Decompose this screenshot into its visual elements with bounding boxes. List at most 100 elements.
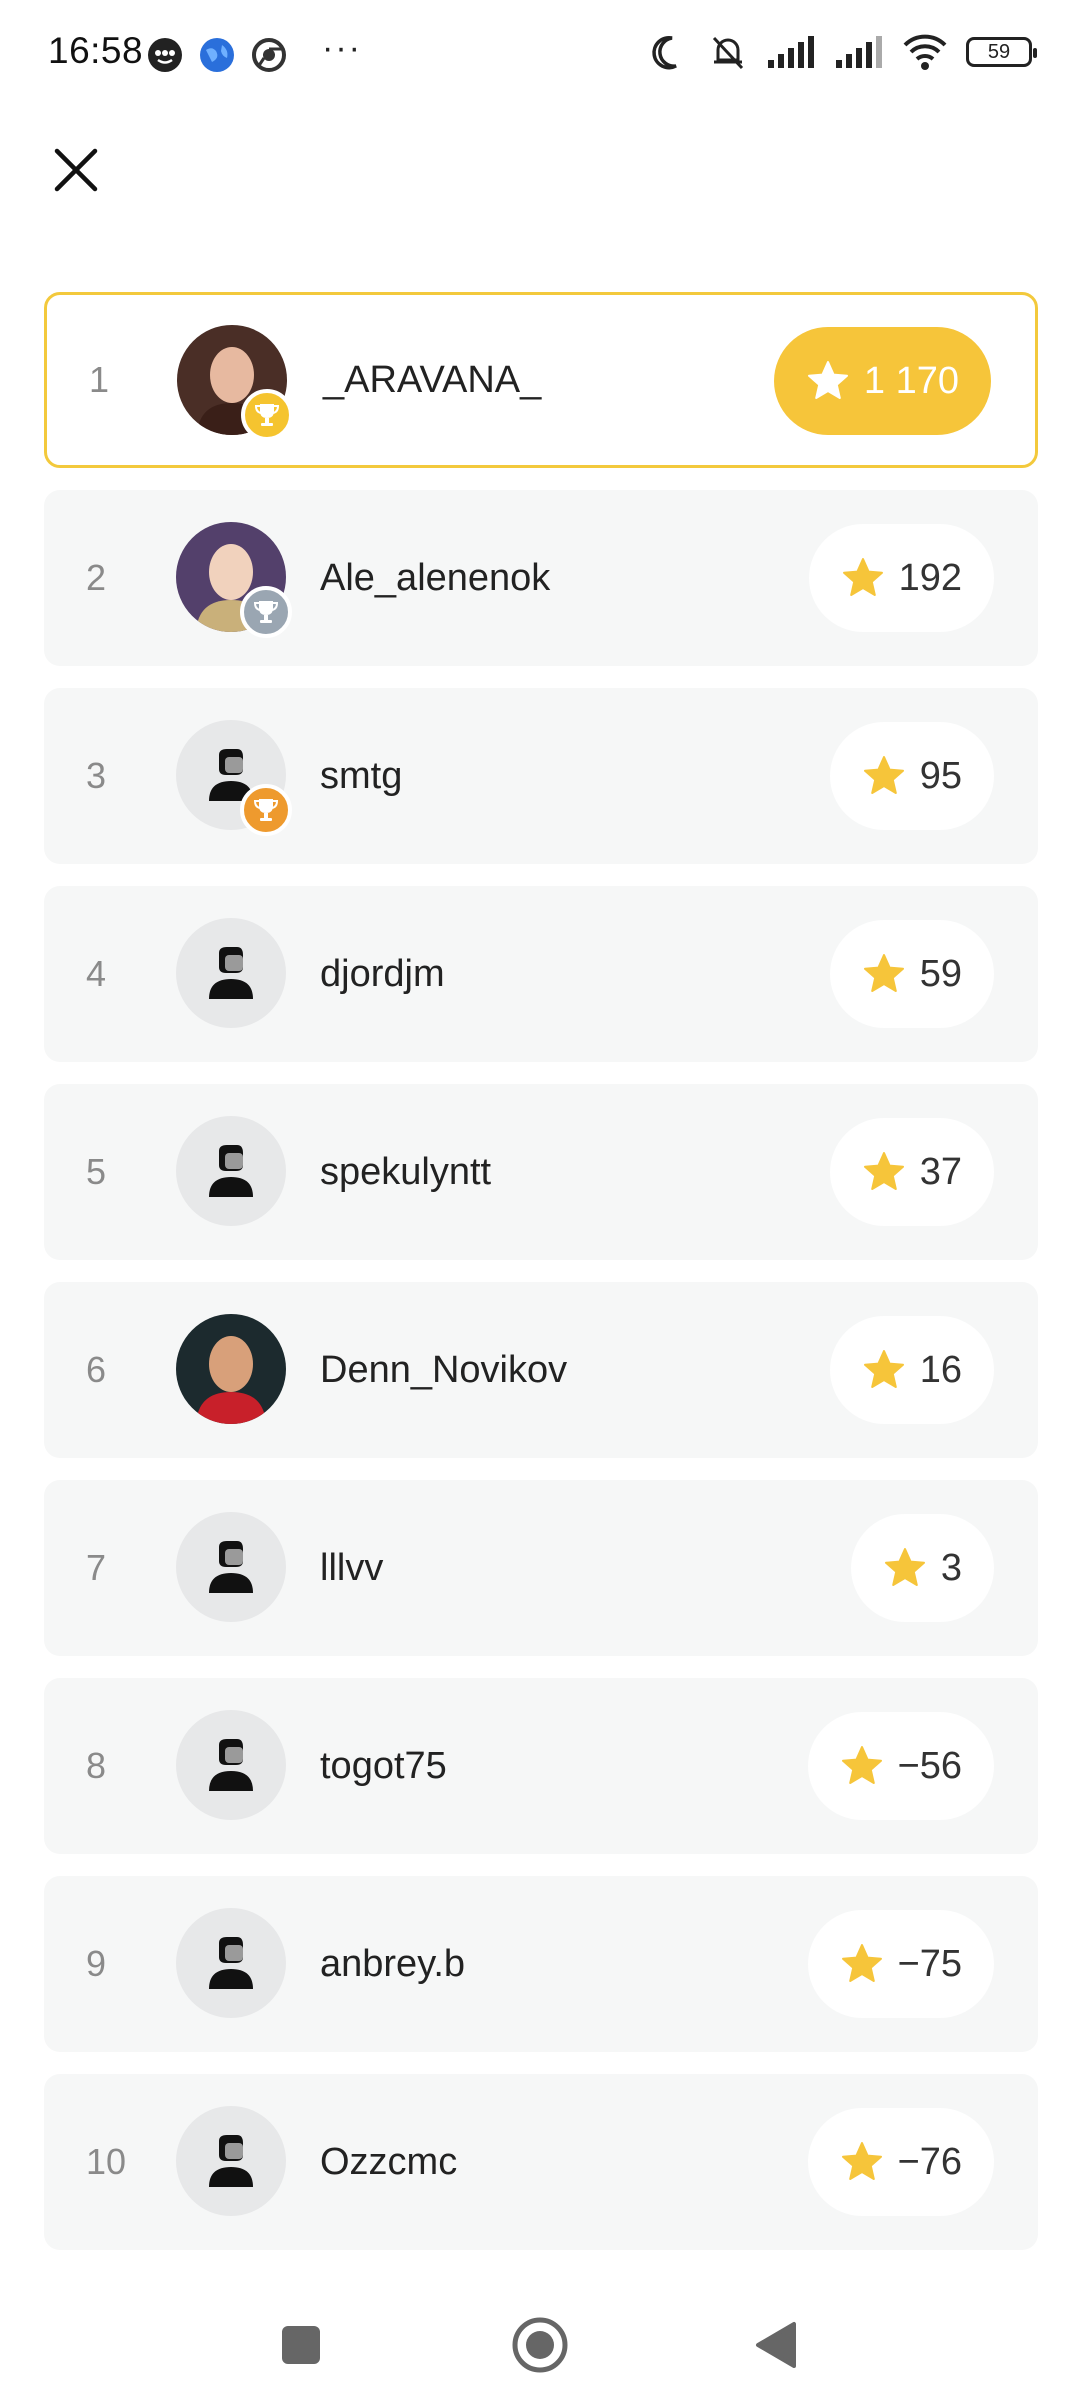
username: togot75 — [320, 1744, 447, 1787]
close-button[interactable] — [46, 140, 106, 200]
avatar-container — [176, 1710, 286, 1820]
leaderboard-row[interactable]: 4 djordjm 59 — [44, 886, 1038, 1062]
leaderboard-row[interactable]: 6 Denn_Novikov 16 — [44, 1282, 1038, 1458]
status-right-icons: 59 — [650, 32, 1037, 72]
star-icon — [863, 954, 904, 992]
leaderboard-list: 1 _ARAVANA_ 1 170 2 Ale_alenenok 192 3 smtg 95 4 d… — [44, 292, 1038, 2272]
score-pill: 95 — [829, 722, 994, 830]
avatar-container — [176, 2106, 286, 2216]
star-icon — [884, 1548, 925, 1586]
navigation-bar — [0, 2290, 1080, 2400]
score-value: 16 — [919, 1348, 962, 1391]
score-pill: 59 — [829, 920, 994, 1028]
score-value: −56 — [897, 1744, 962, 1787]
silver-medal-badge — [240, 586, 292, 638]
score-value: 95 — [919, 754, 962, 797]
leaderboard-row[interactable]: 2 Ale_alenenok 192 — [44, 490, 1038, 666]
avatar[interactable] — [176, 1710, 286, 1820]
avatar-container — [177, 325, 293, 441]
username: smtg — [320, 754, 403, 797]
trophy-icon — [253, 601, 279, 623]
wifi-icon — [903, 34, 947, 70]
trophy-icon — [254, 404, 280, 426]
avatar-container — [176, 720, 292, 836]
avatar[interactable] — [176, 918, 286, 1028]
battery-level: 59 — [987, 40, 1011, 63]
score-value: 1 170 — [863, 359, 959, 402]
score-pill: 192 — [808, 524, 994, 632]
username: _ARAVANA_ — [323, 358, 542, 401]
avatar-container — [176, 1116, 286, 1226]
chrome-icon — [252, 38, 286, 72]
avatar-container — [176, 1512, 286, 1622]
score-value: 192 — [898, 556, 962, 599]
star-icon — [842, 558, 883, 596]
score-pill: 37 — [829, 1118, 994, 1226]
star-icon — [863, 1152, 904, 1190]
score-pill: −76 — [807, 2108, 994, 2216]
star-icon — [863, 1350, 904, 1388]
score-value: 37 — [919, 1150, 962, 1193]
back-triangle-icon — [756, 2322, 796, 2368]
chat-bubble-icon — [148, 38, 182, 72]
score-value: −75 — [897, 1942, 962, 1985]
username: Ozzcmc — [320, 2140, 458, 2183]
score-pill: 1 170 — [773, 327, 991, 435]
username: Denn_Novikov — [320, 1348, 568, 1391]
star-icon — [863, 756, 904, 794]
back-button[interactable] — [740, 2310, 810, 2380]
rank-number: 2 — [86, 557, 107, 598]
moon-icon — [652, 35, 677, 70]
leaderboard-row[interactable]: 1 _ARAVANA_ 1 170 — [44, 292, 1038, 468]
rank-number: 10 — [86, 2141, 127, 2182]
default-user-icon — [209, 2135, 253, 2187]
trophy-icon — [253, 799, 279, 821]
score-value: 3 — [940, 1546, 962, 1589]
star-icon — [841, 1746, 882, 1784]
leaderboard-row[interactable]: 10 Ozzcmc −76 — [44, 2074, 1038, 2250]
score-pill: −56 — [807, 1712, 994, 1820]
leaderboard-row[interactable]: 9 anbrey.b −75 — [44, 1876, 1038, 2052]
avatar[interactable] — [176, 2106, 286, 2216]
avatar-container — [176, 1908, 286, 2018]
leaderboard-row[interactable]: 5 spekulyntt 37 — [44, 1084, 1038, 1260]
avatar-container — [176, 1314, 286, 1424]
avatar[interactable] — [176, 1512, 286, 1622]
score-pill: 16 — [829, 1316, 994, 1424]
status-bar: 16:58 ··· 59 — [0, 0, 1080, 110]
battery-icon: 59 — [966, 37, 1037, 67]
signal-icon — [768, 36, 814, 68]
default-user-icon — [209, 1541, 253, 1593]
user-photo — [176, 1314, 286, 1424]
avatar-container — [176, 522, 292, 638]
signal-icon-2 — [836, 36, 882, 68]
home-button[interactable] — [505, 2310, 575, 2380]
rank-number: 4 — [86, 953, 107, 994]
rank-number: 7 — [86, 1547, 107, 1588]
gold-medal-badge — [241, 389, 293, 441]
bronze-medal-badge — [240, 784, 292, 836]
more-dots-icon: ··· — [322, 28, 362, 67]
leaderboard-row[interactable]: 8 togot75 −56 — [44, 1678, 1038, 1854]
username: anbrey.b — [320, 1942, 466, 1985]
avatar[interactable] — [176, 1908, 286, 2018]
username: djordjm — [320, 952, 445, 995]
globe-icon — [200, 38, 234, 72]
recents-button[interactable] — [266, 2310, 336, 2380]
default-user-icon — [209, 1145, 253, 1197]
score-pill: −75 — [807, 1910, 994, 2018]
avatar[interactable] — [176, 1314, 286, 1424]
leaderboard-row[interactable]: 3 smtg 95 — [44, 688, 1038, 864]
circle-home-icon — [512, 2317, 568, 2373]
rank-number: 1 — [89, 359, 110, 400]
leaderboard-row[interactable]: 7 lllvv 3 — [44, 1480, 1038, 1656]
avatar[interactable] — [176, 1116, 286, 1226]
rank-number: 5 — [86, 1151, 107, 1192]
username: spekulyntt — [320, 1150, 492, 1193]
score-pill: 3 — [850, 1514, 994, 1622]
default-user-icon — [209, 1739, 253, 1791]
username: Ale_alenenok — [320, 556, 551, 599]
rank-number: 6 — [86, 1349, 107, 1390]
status-left-icons: ··· — [146, 29, 362, 74]
score-value: −76 — [897, 2140, 962, 2183]
